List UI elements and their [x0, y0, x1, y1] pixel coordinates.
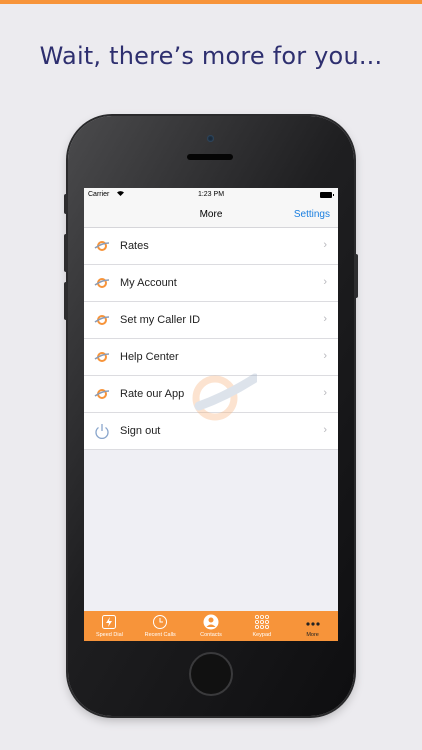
chevron-right-icon: ›: [323, 387, 327, 399]
menu-item-label: Rates: [120, 240, 149, 252]
menu-item-label: Sign out: [120, 425, 161, 437]
person-icon: [203, 614, 219, 630]
chevron-right-icon: ›: [323, 276, 327, 288]
menu-item-caller-id[interactable]: Set my Caller ID ›: [84, 302, 338, 339]
power-button: [354, 254, 358, 298]
phone-screen: Carrier 1:23 PM More Settings Rates › My…: [84, 188, 338, 641]
menu-item-label: Help Center: [120, 351, 179, 363]
volume-down-button: [64, 282, 68, 320]
tab-recent-calls[interactable]: Recent Calls: [135, 611, 186, 641]
power-icon: [94, 423, 110, 439]
clock-icon: [152, 614, 168, 630]
mute-switch: [64, 194, 68, 214]
chevron-right-icon: ›: [323, 313, 327, 325]
menu-item-label: Rate our App: [120, 388, 185, 400]
menu-item-rates[interactable]: Rates ›: [84, 228, 338, 265]
front-camera: [207, 135, 214, 142]
menu-item-label: My Account: [120, 277, 177, 289]
chevron-right-icon: ›: [323, 350, 327, 362]
volume-up-button: [64, 234, 68, 272]
tab-speed-dial[interactable]: Speed Dial: [84, 611, 135, 641]
menu-item-my-account[interactable]: My Account ›: [84, 265, 338, 302]
chevron-right-icon: ›: [323, 424, 327, 436]
tab-contacts[interactable]: Contacts: [186, 611, 237, 641]
earpiece-speaker: [187, 154, 233, 160]
planet-ring-icon: [94, 239, 110, 253]
tab-label: More: [306, 632, 319, 638]
planet-ring-icon: [94, 350, 110, 364]
logo-watermark: [187, 366, 260, 426]
tab-label: Contacts: [200, 632, 222, 638]
tab-more[interactable]: More: [287, 611, 338, 641]
planet-ring-icon: [94, 387, 110, 401]
status-time: 1:23 PM: [197, 191, 225, 198]
more-dots-icon: [305, 614, 321, 630]
tab-label: Speed Dial: [95, 632, 123, 638]
keypad-icon: [254, 614, 270, 630]
tab-bar: Speed Dial Recent Calls Contacts Keypad: [84, 611, 338, 641]
home-button: [189, 652, 233, 696]
chevron-right-icon: ›: [323, 239, 327, 251]
settings-button[interactable]: Settings: [294, 209, 330, 220]
battery-icon: [320, 192, 334, 198]
menu-item-label: Set my Caller ID: [120, 314, 201, 326]
tab-label: Keypad: [252, 632, 272, 638]
tab-keypad[interactable]: Keypad: [236, 611, 287, 641]
planet-ring-icon: [94, 313, 110, 327]
top-accent-bar: [0, 0, 422, 4]
status-bar: Carrier 1:23 PM: [84, 188, 338, 202]
promo-headline: Wait, there’s more for you...: [39, 42, 383, 70]
tab-label: Recent Calls: [144, 632, 176, 638]
navigation-bar: More Settings: [84, 202, 338, 228]
lightning-icon: [101, 614, 117, 630]
planet-ring-icon: [94, 276, 110, 290]
